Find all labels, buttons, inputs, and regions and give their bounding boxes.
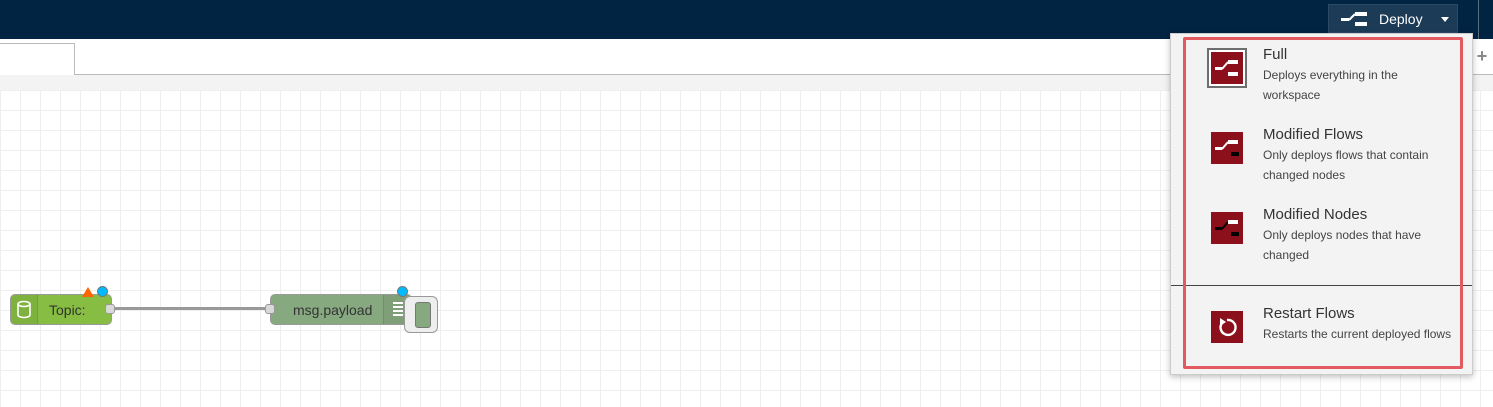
menu-item-description: Deploys everything in the workspace — [1263, 68, 1398, 102]
warning-icon — [82, 287, 94, 297]
debug-node[interactable]: msg.payload — [270, 294, 412, 325]
flow-wire[interactable] — [110, 307, 272, 310]
deploy-full-icon — [1209, 50, 1245, 86]
database-icon — [11, 295, 38, 324]
header-divider — [1478, 0, 1479, 39]
menu-item-modified-nodes[interactable]: Modified Nodes Only deploys nodes that h… — [1171, 204, 1474, 280]
deploy-icon — [1341, 12, 1367, 26]
input-port[interactable] — [265, 304, 275, 314]
changed-indicator — [97, 286, 108, 297]
debug-toggle-button[interactable] — [404, 296, 438, 333]
add-tab-icon[interactable]: + — [1474, 47, 1490, 65]
changed-indicator — [397, 286, 408, 297]
debug-toggle-indicator — [415, 302, 431, 328]
menu-item-restart-flows[interactable]: Restart Flows Restarts the current deplo… — [1171, 303, 1474, 373]
menu-item-title: Full — [1263, 46, 1288, 63]
menu-divider — [1171, 285, 1472, 286]
deploy-button-label: Deploy — [1379, 11, 1423, 27]
deploy-modified-nodes-icon — [1211, 212, 1243, 244]
deploy-menu: Full Deploys everything in the workspace… — [1170, 33, 1473, 375]
flow-tab[interactable] — [0, 43, 75, 76]
deploy-button[interactable]: Deploy — [1328, 4, 1458, 33]
chevron-down-icon[interactable] — [1441, 17, 1449, 22]
output-port[interactable] — [105, 304, 115, 314]
node-label: msg.payload — [293, 302, 373, 318]
menu-item-title: Modified Flows — [1263, 126, 1364, 143]
menu-item-description: Restarts the current deployed flows — [1263, 327, 1452, 341]
deploy-modified-flows-icon — [1211, 132, 1243, 164]
menu-item-modified-flows[interactable]: Modified Flows Only deploys flows that c… — [1171, 124, 1474, 200]
menu-item-title: Modified Nodes — [1263, 206, 1368, 223]
restart-icon — [1211, 311, 1243, 343]
menu-item-full[interactable]: Full Deploys everything in the workspace — [1171, 44, 1474, 120]
menu-item-title: Restart Flows — [1263, 305, 1355, 322]
node-label: Topic: — [49, 302, 86, 318]
inject-node[interactable]: Topic: — [10, 294, 112, 325]
menu-item-description: Only deploys nodes that have changed — [1263, 228, 1422, 262]
menu-item-description: Only deploys flows that contain changed … — [1263, 148, 1429, 182]
